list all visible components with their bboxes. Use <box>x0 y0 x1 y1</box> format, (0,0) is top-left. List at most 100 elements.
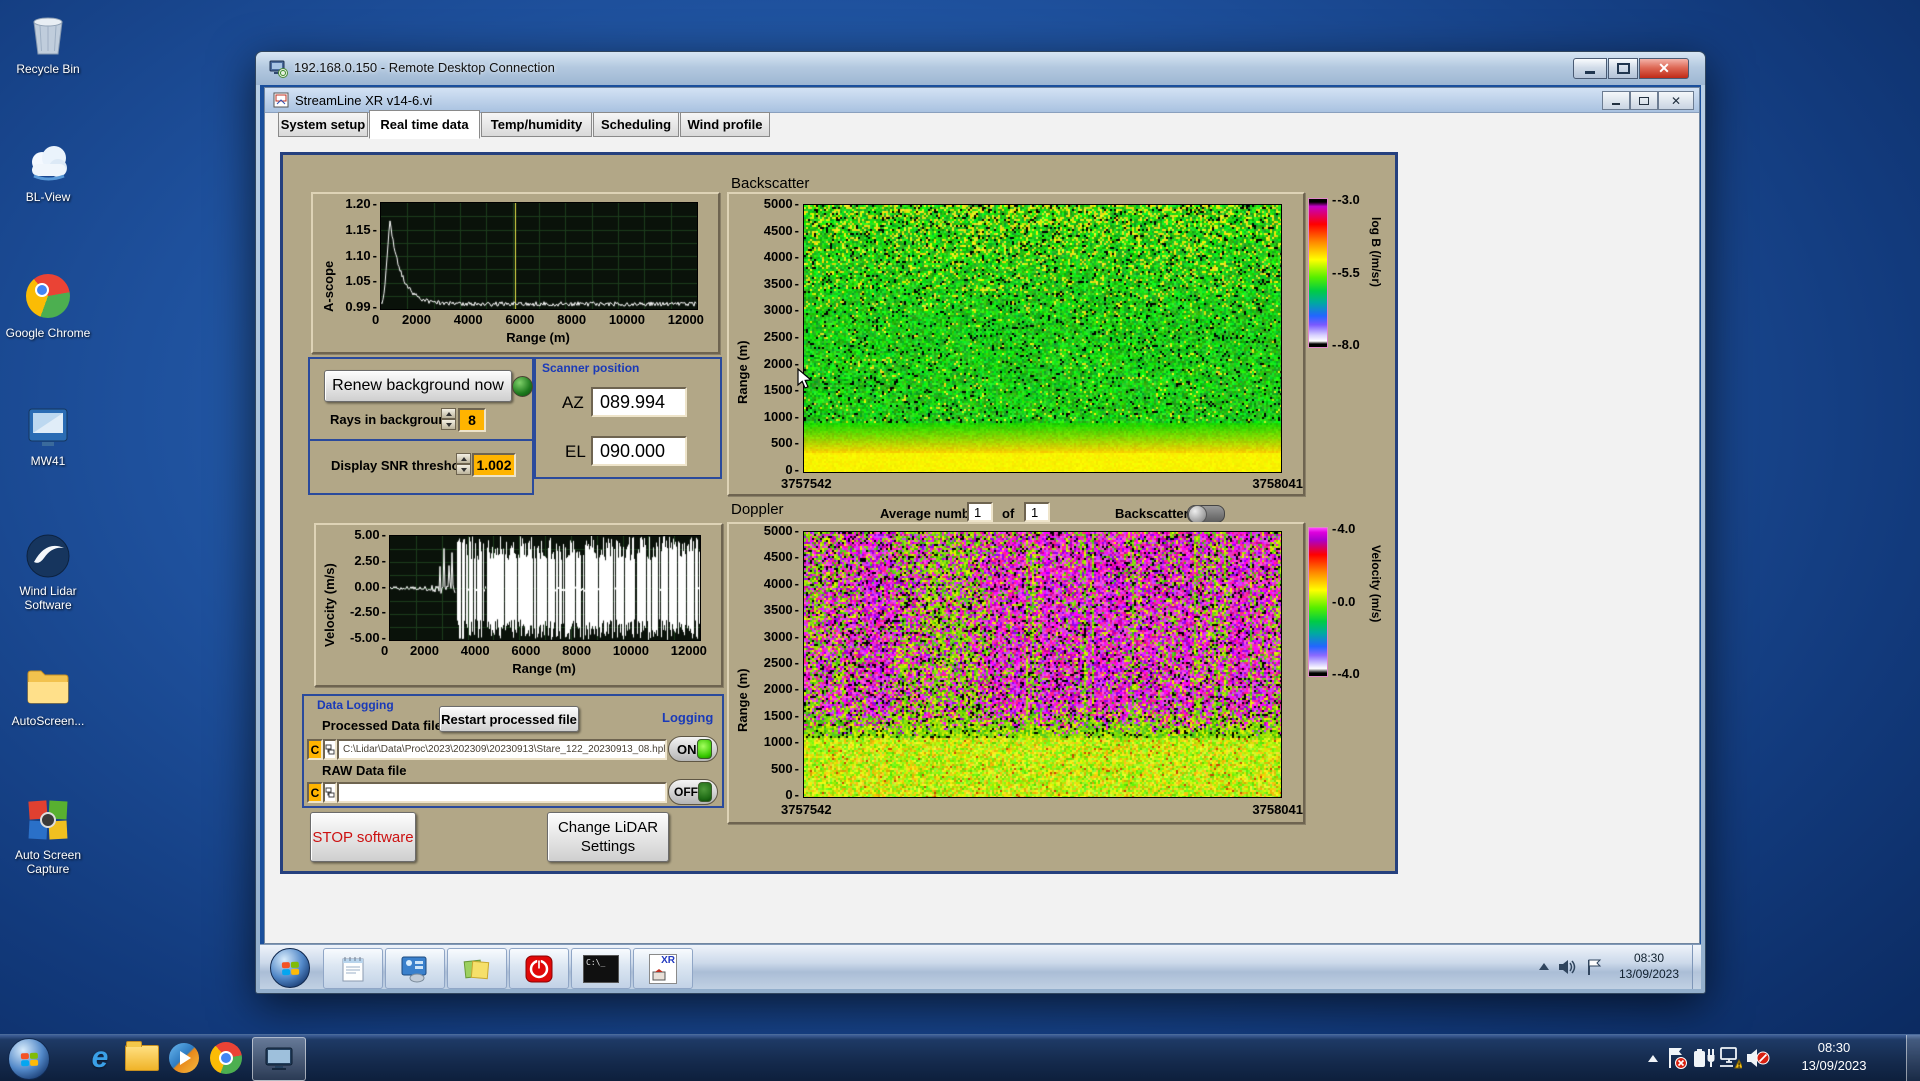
backscatter-graph-frame: Range (m) 500045004000350030002500200015… <box>727 192 1305 496</box>
spinner-down-icon[interactable] <box>441 419 456 430</box>
el-value-field[interactable]: 090.000 <box>591 436 687 466</box>
spinner-up-icon[interactable] <box>456 453 471 464</box>
change-lidar-settings-button[interactable]: Change LiDAR Settings <box>547 812 669 862</box>
tray-expand-icon[interactable] <box>1648 1055 1658 1062</box>
labview-vi-icon <box>273 92 289 113</box>
remote-show-desktop-button[interactable] <box>1692 945 1701 989</box>
desktop-icon-mw41[interactable]: MW41 <box>2 402 94 468</box>
remote-tray-expand-icon[interactable] <box>1539 963 1549 970</box>
restart-processed-file-button[interactable]: Restart processed file <box>439 706 579 732</box>
taskbar-clock[interactable]: 08:30 13/09/2023 <box>1778 1039 1890 1075</box>
az-value-field[interactable]: 089.994 <box>591 387 687 417</box>
tray-power-icon[interactable] <box>1692 1047 1716 1074</box>
tray-network-icon[interactable] <box>1718 1046 1744 1075</box>
average-number-field[interactable]: 1 <box>967 502 993 522</box>
processed-drive-letter[interactable]: C <box>307 739 323 760</box>
rdp-close-button[interactable]: ✕ <box>1639 58 1689 79</box>
rdp-minimize-button[interactable] <box>1573 58 1607 79</box>
desktop-icon-google-chrome[interactable]: Google Chrome <box>2 272 94 340</box>
taskbar-internet-explorer-button[interactable]: e <box>82 1041 118 1075</box>
logging-on-led <box>697 739 712 759</box>
ascope-x-axis-label: Range (m) <box>506 330 570 345</box>
desktop-icon-recycle-bin[interactable]: Recycle Bin <box>2 10 94 76</box>
remote-taskbar-cmd-button[interactable]: C:\_ <box>571 948 631 989</box>
data-logging-title: Data Logging <box>317 698 394 712</box>
raw-logging-off-button[interactable]: OFF <box>668 779 718 805</box>
remote-taskbar-streamline-xr-button[interactable]: XR <box>633 948 693 989</box>
remote-taskbar-sticky-notes-button[interactable] <box>447 948 507 989</box>
stop-software-button[interactable]: STOP software <box>310 812 416 862</box>
remote-taskbar-notepad-button[interactable] <box>323 948 383 989</box>
backscatter-toggle[interactable] <box>1187 505 1225 524</box>
tab-temp-humidity[interactable]: Temp/humidity <box>481 112 592 137</box>
taskbar-media-player-button[interactable] <box>166 1041 202 1075</box>
tab-wind-profile[interactable]: Wind profile <box>680 112 770 137</box>
rays-value-field[interactable]: 8 <box>458 408 486 432</box>
rdp-titlebar[interactable]: 192.168.0.150 - Remote Desktop Connectio… <box>256 52 1705 85</box>
velocity-y-axis-label: Velocity (m/s) <box>322 563 337 647</box>
off-label: OFF <box>674 785 698 799</box>
power-icon <box>525 955 553 982</box>
tray-volume-muted-icon[interactable] <box>1746 1047 1770 1074</box>
close-icon: ✕ <box>1670 93 1682 108</box>
background-led <box>512 376 533 397</box>
backscatter-title: Backscatter <box>731 175 810 192</box>
labview-close-button[interactable]: ✕ <box>1658 91 1694 110</box>
tab-real-time-data[interactable]: Real time data <box>369 110 480 139</box>
doppler-y-axis-label: Range (m) <box>735 668 750 732</box>
snr-spinner[interactable] <box>456 453 471 477</box>
backscatter-colorbar <box>1308 198 1328 348</box>
remote-start-button[interactable] <box>270 948 310 988</box>
sticky-notes-icon <box>463 959 490 979</box>
desktop-icon-wind-lidar-software[interactable]: Wind Lidar Software <box>2 532 94 612</box>
processed-data-file-path[interactable]: C:\Lidar\Data\Proc\2023\202309\20230913\… <box>337 739 667 760</box>
snr-value-field[interactable]: 1.002 <box>472 453 516 477</box>
clock-time: 08:30 <box>1817 1040 1851 1055</box>
show-desktop-button[interactable] <box>1906 1035 1920 1081</box>
el-label: EL <box>565 442 586 461</box>
remote-tray-volume-icon[interactable] <box>1557 957 1577 982</box>
rdp-client-area: StreamLine XR v14-6.vi ✕ System setup Re… <box>260 85 1701 989</box>
rdp-maximize-button[interactable] <box>1608 58 1638 79</box>
taskbar-explorer-button[interactable] <box>124 1041 160 1075</box>
processed-browse-icon[interactable] <box>323 739 337 760</box>
taskbar-rdp-active-button[interactable] <box>252 1037 306 1081</box>
remote-taskbar-control-panel-button[interactable] <box>385 948 445 989</box>
taskbar-chrome-button[interactable] <box>208 1041 244 1075</box>
desktop-icon-autoscreen-folder[interactable]: AutoScreen... <box>2 662 94 728</box>
average-total-field[interactable]: 1 <box>1024 502 1050 522</box>
tab-scheduling[interactable]: Scheduling <box>593 112 679 137</box>
ascope-y-axis-label: A-scope <box>321 260 336 312</box>
raw-drive-letter[interactable]: C <box>307 782 323 803</box>
remote-tray-action-center-icon[interactable] <box>1585 957 1605 982</box>
labview-window: StreamLine XR v14-6.vi ✕ System setup Re… <box>264 87 1700 944</box>
labview-titlebar[interactable]: StreamLine XR v14-6.vi ✕ <box>265 88 1699 113</box>
renew-background-button[interactable]: Renew background now <box>324 370 512 402</box>
rays-spinner[interactable] <box>441 408 456 432</box>
remote-taskbar: C:\_ XR 08:30 13/09/2023 <box>260 944 1701 989</box>
raw-data-file-path[interactable] <box>337 782 667 803</box>
labview-restore-button[interactable] <box>1630 91 1658 110</box>
folder-icon <box>125 1041 159 1071</box>
raw-browse-icon[interactable] <box>323 782 337 803</box>
tray-action-center-icon[interactable] <box>1666 1046 1688 1075</box>
desktop-icon-bl-view[interactable]: BL-View <box>2 138 94 204</box>
rdp-window: 192.168.0.150 - Remote Desktop Connectio… <box>255 51 1706 994</box>
velocity-plot <box>389 535 701 641</box>
tab-system-setup[interactable]: System setup <box>278 112 368 137</box>
cmd-icon: C:\_ <box>583 954 619 983</box>
spinner-down-icon[interactable] <box>456 464 471 475</box>
internet-explorer-icon: e <box>91 1041 109 1074</box>
backscatter-plot <box>803 204 1282 473</box>
remote-taskbar-shutdown-button[interactable] <box>509 948 569 989</box>
desktop-icon-auto-screen-capture[interactable]: Auto Screen Capture <box>2 796 94 876</box>
labview-minimize-button[interactable] <box>1602 91 1630 110</box>
desktop-icon-label: BL-View <box>25 190 71 204</box>
processed-logging-on-button[interactable]: ON <box>668 736 718 762</box>
snr-threshold-box: Display SNR threshold 1.002 <box>308 439 534 495</box>
xr-app-icon: XR <box>649 953 677 984</box>
mouse-cursor <box>797 368 813 389</box>
spinner-up-icon[interactable] <box>441 408 456 419</box>
start-button[interactable] <box>8 1038 50 1080</box>
remote-tray-clock[interactable]: 08:30 13/09/2023 <box>1609 950 1689 982</box>
